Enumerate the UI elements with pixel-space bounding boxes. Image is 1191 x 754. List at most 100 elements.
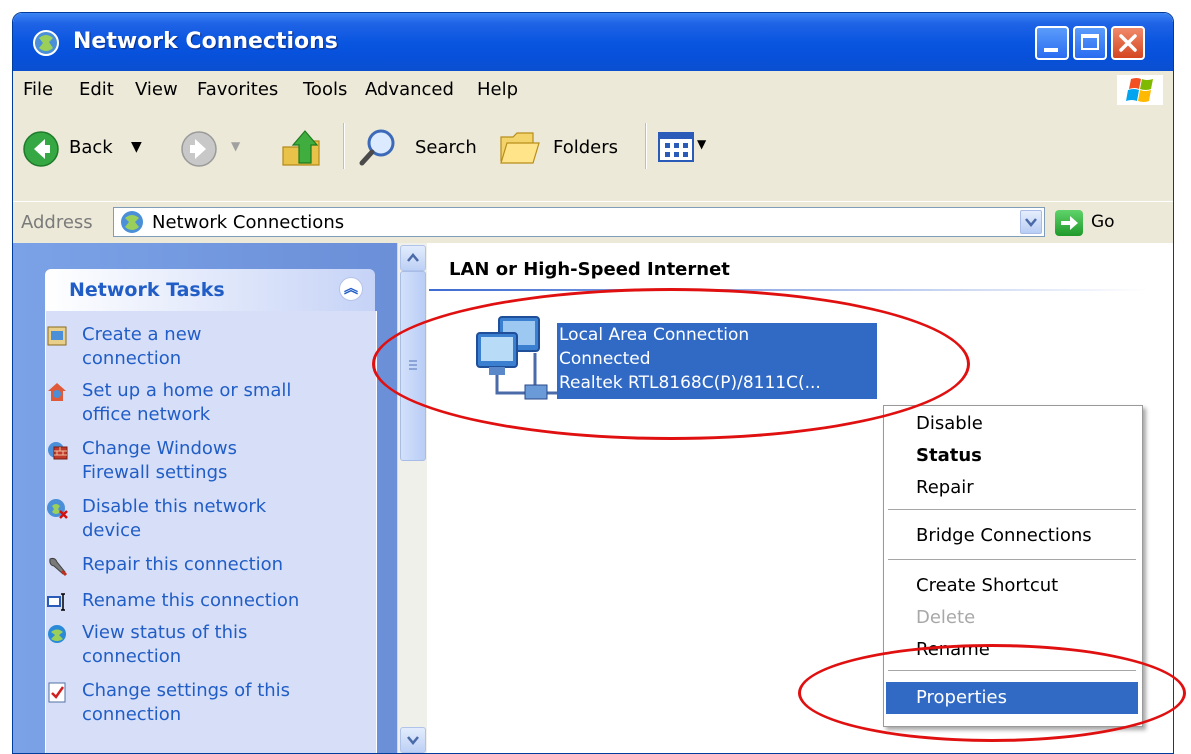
network-tasks-body: Create a new connection Set up a home or… [45,311,377,753]
task-label: office network [82,404,211,425]
network-connections-icon [121,211,143,233]
menu-item-disable[interactable]: Disable [886,408,1138,440]
back-dropdown-icon[interactable]: ▼ [131,139,142,155]
minimize-button[interactable] [1035,26,1069,60]
menu-item-label: Delete [916,607,976,628]
task-label: device [82,520,142,541]
task-disable-device[interactable]: Disable this network device [47,495,322,543]
address-bar: Address Network Connections Go [13,201,1173,244]
go-button[interactable] [1055,210,1083,236]
chevron-up-icon [407,253,419,262]
scroll-down-button[interactable] [400,727,426,753]
network-connections-icon [33,30,59,56]
address-label: Address [21,212,93,233]
menu-item-create-shortcut[interactable]: Create Shortcut [886,570,1138,602]
forward-button[interactable]: ▼ [179,127,259,171]
task-rename-connection[interactable]: Rename this connection [47,589,322,613]
back-arrow-icon [23,131,59,167]
windows-flag-icon [1126,78,1153,102]
menu-edit[interactable]: Edit [79,79,114,100]
menu-bar: File Edit View Favorites Tools Advanced … [13,71,1173,110]
chevron-down-icon [407,736,419,745]
forward-dropdown-icon[interactable]: ▼ [231,139,240,153]
menu-item-label: Disable [916,413,983,434]
settings-icon [48,682,66,703]
menu-item-label: Status [916,445,982,466]
up-folder-button[interactable] [277,123,325,171]
menu-item-bridge-connections[interactable]: Bridge Connections [886,520,1138,552]
windows-logo [1117,75,1163,105]
search-button[interactable]: Search [357,125,487,169]
scroll-up-button[interactable] [400,245,426,271]
maximize-button[interactable] [1073,26,1107,60]
window-title: Network Connections [73,29,338,54]
views-dropdown-icon[interactable]: ▼ [697,137,706,151]
network-tasks-title: Network Tasks [69,279,225,301]
firewall-icon [48,442,68,460]
task-label: Firewall settings [82,462,228,483]
folders-icon [500,132,540,164]
menu-favorites[interactable]: Favorites [197,79,278,100]
task-repair-connection[interactable]: Repair this connection [49,553,322,577]
folders-label: Folders [553,137,619,158]
toolbar: Back ▼ ▼ Search Folders ▼ [13,109,1173,212]
go-arrow-icon [1061,216,1078,230]
task-label: connection [82,704,182,725]
task-label: View status of this [82,622,248,643]
collapse-icon[interactable]: ︽ [339,277,363,301]
menu-advanced[interactable]: Advanced [365,79,454,100]
menu-separator [888,559,1136,560]
task-firewall-settings[interactable]: Change Windows Firewall settings [48,437,322,485]
new-connection-icon [47,326,67,346]
menu-item-delete[interactable]: Delete [886,602,1138,634]
menu-item-status[interactable]: Status [886,440,1138,472]
search-label: Search [415,137,477,158]
status-icon [48,625,66,643]
task-label: Rename this connection [82,590,300,611]
address-input[interactable]: Network Connections [113,207,1045,237]
menu-file[interactable]: File [23,79,53,100]
go-label[interactable]: Go [1091,212,1115,232]
menu-tools[interactable]: Tools [303,79,347,100]
menu-item-repair[interactable]: Repair [886,472,1138,504]
menu-help[interactable]: Help [477,79,518,100]
folders-button[interactable]: Folders [497,125,637,169]
forward-arrow-icon [181,131,217,167]
menu-item-label: Create Shortcut [916,575,1059,596]
task-label: Change Windows [82,438,237,459]
task-label: Create a new [82,324,202,345]
disable-icon [47,499,68,519]
group-divider [429,289,1149,291]
task-label: Repair this connection [82,554,284,575]
menu-separator [888,509,1136,510]
group-title: LAN or High-Speed Internet [449,259,730,280]
up-folder-icon [282,130,320,166]
back-label: Back [69,137,113,158]
title-bar[interactable]: Network Connections [13,13,1173,71]
task-label: Disable this network [82,496,267,517]
task-label: Change settings of this [82,680,291,701]
vertical-scrollbar[interactable] [397,243,428,753]
menu-item-label: Bridge Connections [916,525,1092,546]
close-button[interactable] [1111,26,1145,60]
annotation-oval-properties [798,644,1186,742]
task-label: connection [82,646,182,667]
task-view-status[interactable]: View status of this connection [48,621,322,669]
task-label: connection [82,348,182,369]
toolbar-separator [645,123,647,169]
task-change-settings[interactable]: Change settings of this connection [48,679,322,727]
task-create-connection[interactable]: Create a new connection [47,323,322,371]
task-label: Set up a home or small [82,380,292,401]
views-button[interactable]: ▼ [657,131,717,167]
repair-icon [49,557,68,577]
address-dropdown-button[interactable] [1020,210,1042,234]
back-button[interactable]: Back ▼ [21,127,161,171]
menu-view[interactable]: View [135,79,178,100]
address-value: Network Connections [152,212,345,233]
toolbar-separator [343,123,345,169]
annotation-oval-connection [372,288,970,440]
home-network-icon [48,383,66,401]
search-icon [359,129,395,166]
task-home-network[interactable]: Set up a home or small office network [48,379,322,427]
network-tasks-header[interactable]: Network Tasks ︽ [45,269,375,311]
